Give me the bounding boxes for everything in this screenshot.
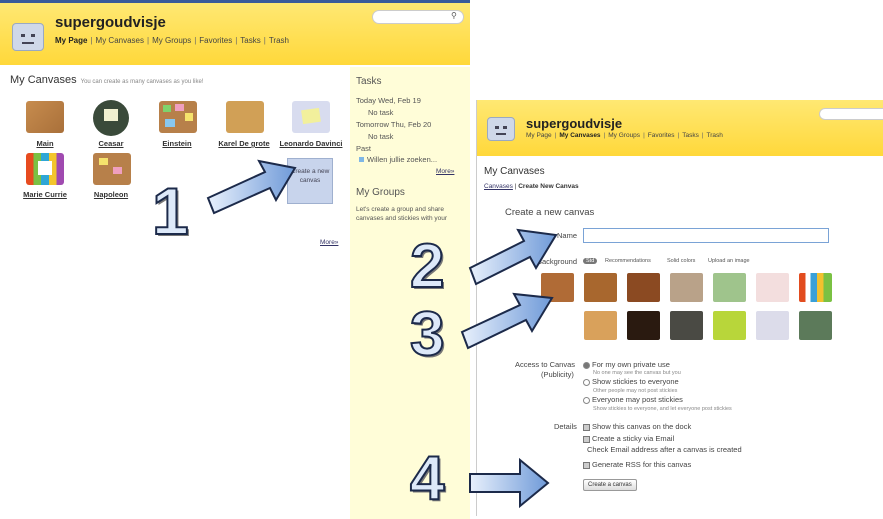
step-number-2: 2 <box>409 232 446 301</box>
arrow-4-icon <box>469 457 550 509</box>
step-number-3: 3 <box>409 300 446 369</box>
arrow-3-icon <box>460 292 554 350</box>
step-number-4: 4 <box>409 444 446 513</box>
arrow-2-icon <box>468 228 558 286</box>
step-number-1: 1 <box>151 174 190 248</box>
arrow-1-icon <box>206 159 297 215</box>
